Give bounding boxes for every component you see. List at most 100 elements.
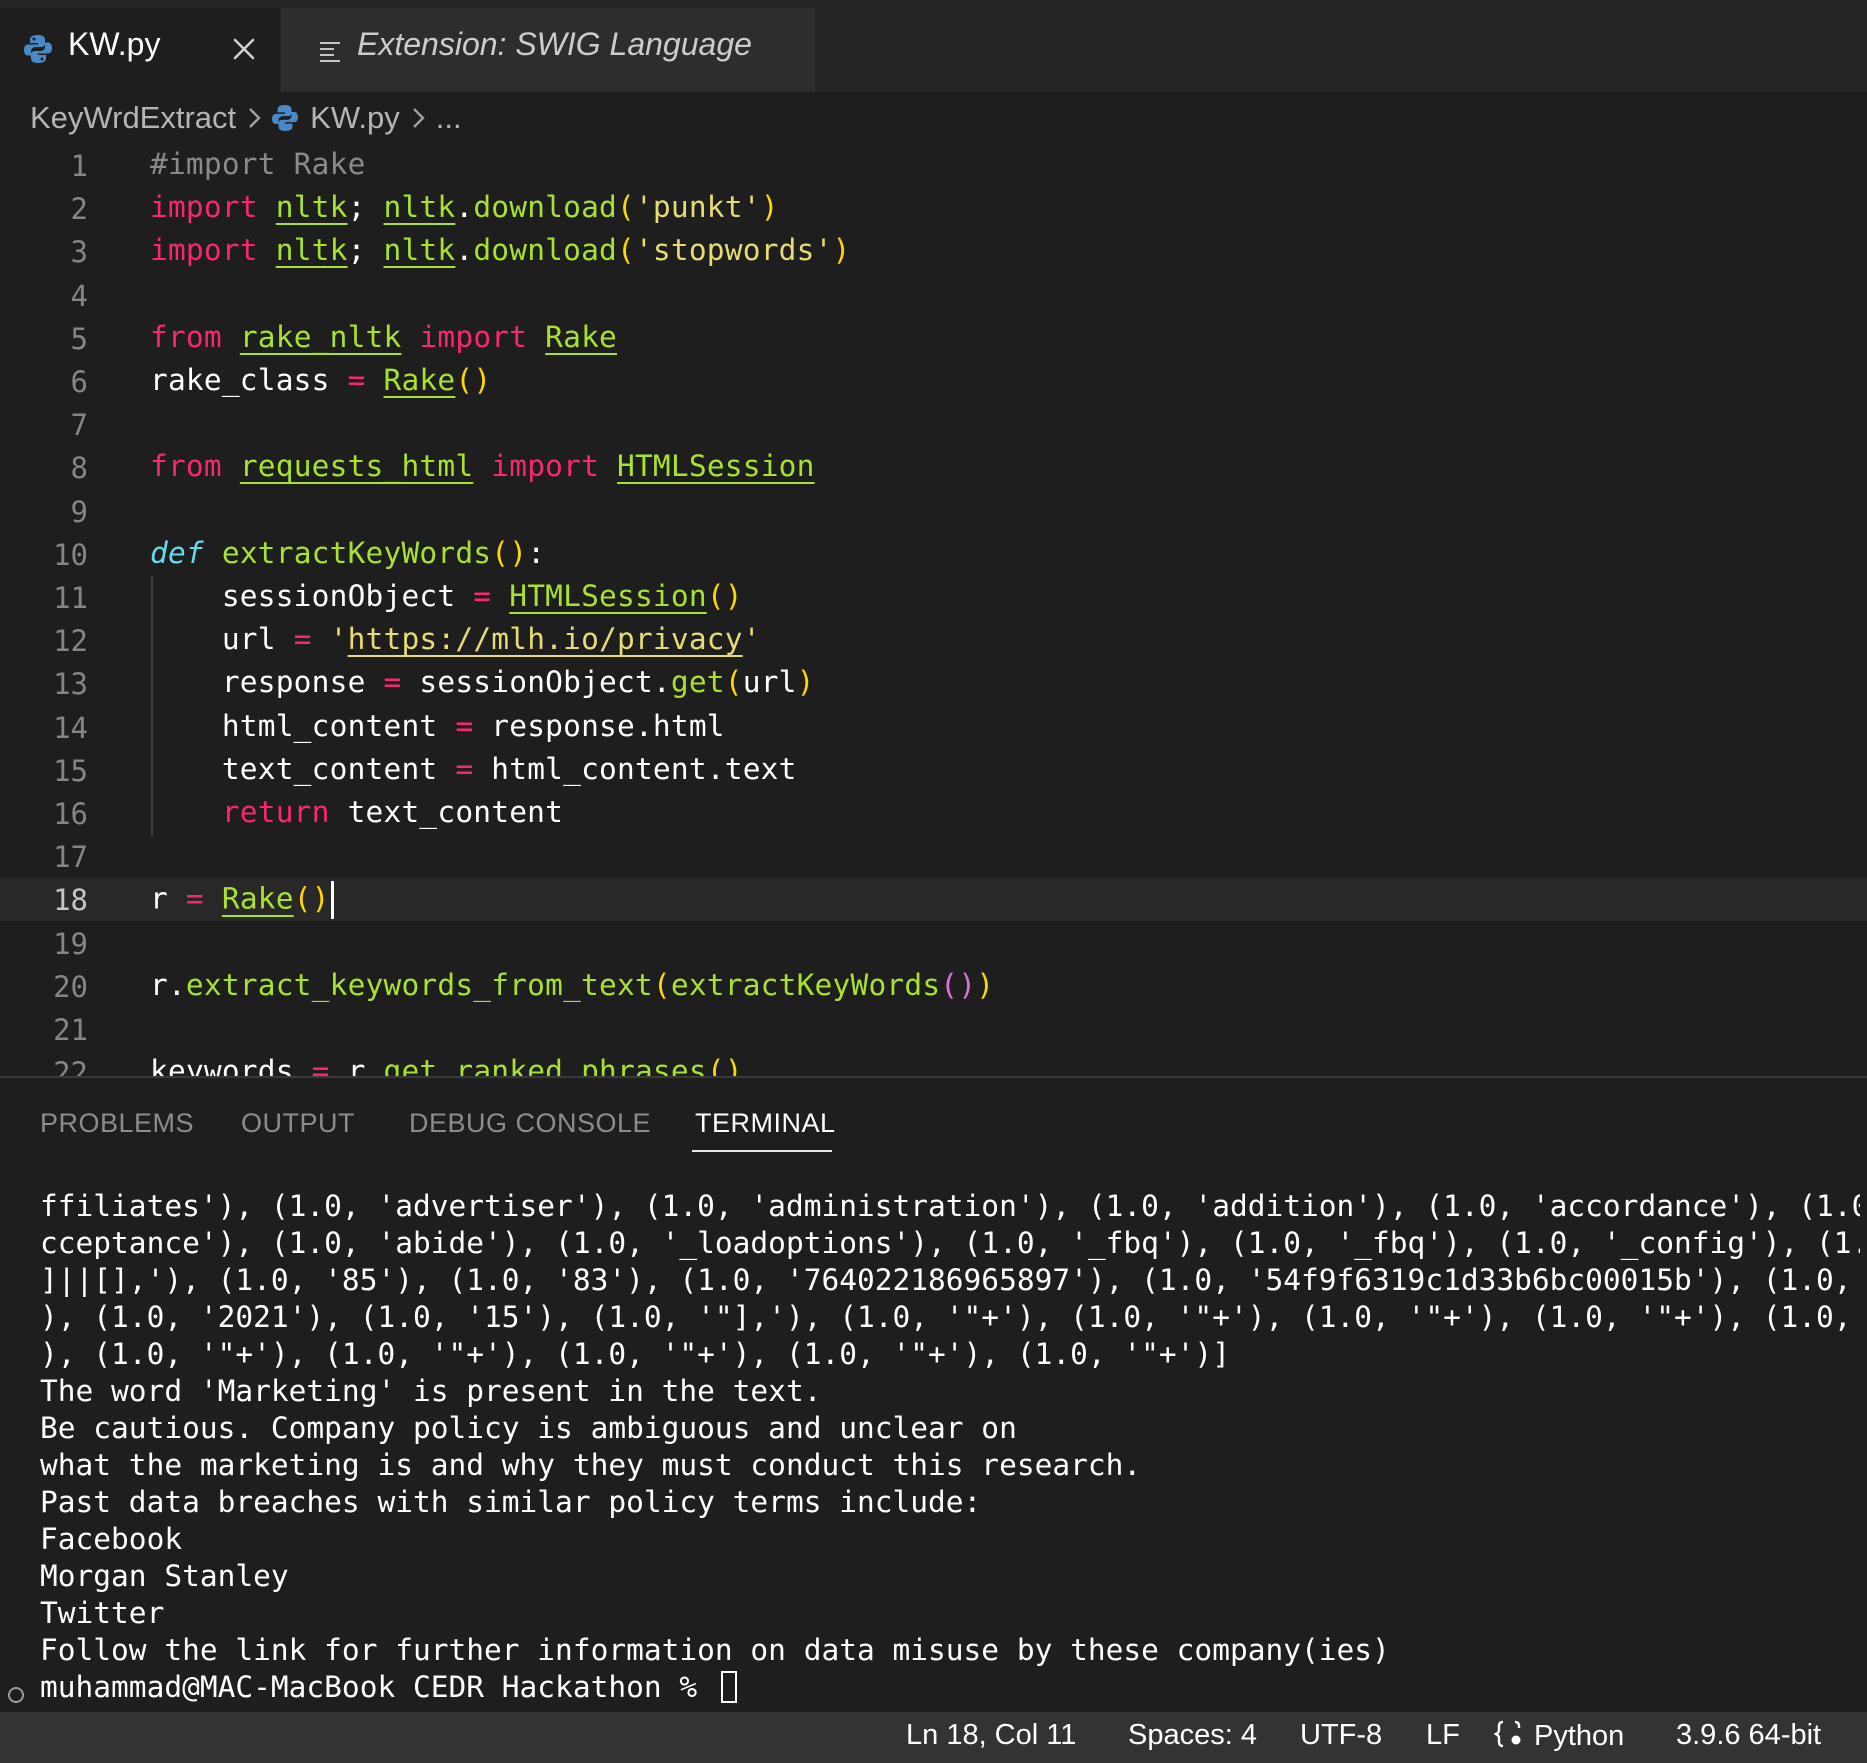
code-line[interactable]: 7 — [0, 403, 1867, 446]
chevron-right-icon — [249, 108, 261, 128]
code-line[interactable]: 9 — [0, 490, 1867, 533]
breadcrumb-file[interactable]: KW.py — [310, 100, 400, 136]
line-number: 18 — [53, 883, 88, 918]
line-number: 6 — [70, 365, 88, 399]
active-tab-indicator — [692, 1150, 832, 1152]
code-text: rake_class = Rake() — [150, 363, 492, 397]
code-line[interactable]: 20 r.extract_keywords_from_text(extractKe… — [0, 965, 1867, 1008]
terminal-line: ), (1.0, '2021'), (1.0, '15'), (1.0, '"]… — [40, 1300, 1860, 1334]
code-line[interactable]: 17 — [0, 835, 1867, 878]
code-text: response = sessionObject.get(url) — [150, 665, 815, 700]
status-indentation[interactable]: Spaces: 4 — [1128, 1719, 1257, 1752]
code-line[interactable]: 14 html_content = response.html — [0, 706, 1867, 749]
code-line[interactable]: 15 text_content = html_content.text — [0, 749, 1867, 792]
code-line[interactable]: 6 rake_class = Rake() — [0, 360, 1867, 403]
code-line[interactable]: 4 — [0, 274, 1867, 317]
preview-icon — [319, 40, 341, 67]
line-number: 13 — [53, 667, 88, 702]
line-number: 3 — [70, 235, 88, 270]
code-line[interactable]: 22 keywords = r.get_ranked_phrases() — [0, 1051, 1867, 1076]
terminal-line: ]||[],'), (1.0, '85'), (1.0, '83'), (1.0… — [40, 1263, 1860, 1297]
chevron-right-icon — [412, 108, 425, 128]
python-icon — [24, 34, 52, 69]
code-line[interactable]: 18 r = Rake() — [0, 878, 1867, 922]
line-number: 14 — [53, 710, 88, 745]
terminal-line: Twitter — [40, 1596, 165, 1630]
line-number: 1 — [70, 149, 88, 183]
code-text: from requests_html import HTMLSession — [150, 449, 815, 484]
terminal-line: cceptance'), (1.0, 'abide'), (1.0, '_loa… — [40, 1226, 1860, 1260]
line-number: 21 — [53, 1013, 88, 1047]
status-cursor-position[interactable]: Ln 18, Col 11 — [906, 1719, 1076, 1752]
line-number: 12 — [53, 624, 88, 659]
code-text: import nltk; nltk.download('stopwords') — [150, 233, 851, 268]
terminal-line: ), (1.0, '"+'), (1.0, '"+'), (1.0, '"+')… — [40, 1337, 1230, 1371]
code-line[interactable]: 2 import nltk; nltk.download('punkt') — [0, 187, 1867, 230]
tab-kw-py[interactable]: KW.py — [0, 8, 280, 92]
code-text: r = Rake() — [150, 881, 334, 920]
code-text: from rake_nltk import Rake — [150, 319, 618, 354]
code-text: #import Rake — [150, 147, 366, 181]
status-interpreter[interactable]: 3.9.6 64-bit — [1676, 1719, 1821, 1752]
breadcrumb: KeyWrdExtract KW.py ... — [0, 92, 1867, 144]
command-status-icon — [8, 1687, 24, 1703]
code-line[interactable]: 5 from rake_nltk import Rake — [0, 317, 1867, 360]
bottom-panel: PROBLEMS OUTPUT DEBUG CONSOLE TERMINAL f… — [0, 1076, 1867, 1714]
code-line[interactable]: 21 — [0, 1008, 1867, 1051]
terminal-output[interactable]: ffiliates'), (1.0, 'advertiser'), (1.0, … — [40, 1188, 1860, 1706]
terminal-line: Morgan Stanley — [40, 1559, 289, 1593]
close-icon[interactable] — [228, 33, 260, 65]
code-text: html_content = response.html — [150, 708, 725, 743]
code-line[interactable]: 13 response = sessionObject.get(url) — [0, 662, 1867, 705]
terminal-prompt: muhammad@MAC-MacBook CEDR Hackathon % — [40, 1670, 715, 1704]
code-line[interactable]: 12 url = 'https://mlh.io/privacy' — [0, 619, 1867, 662]
line-number: 7 — [70, 408, 88, 443]
breadcrumb-symbol[interactable]: ... — [436, 100, 462, 136]
terminal-line: The word 'Marketing' is present in the t… — [40, 1374, 822, 1408]
tab-problems[interactable]: PROBLEMS — [40, 1108, 194, 1139]
code-text: keywords = r.get_ranked_phrases() — [150, 1054, 743, 1076]
editor-tab-bar: KW.py Extension: SWIG Language — [0, 0, 1867, 92]
tab-debug-console[interactable]: DEBUG CONSOLE — [409, 1108, 651, 1139]
line-number: 11 — [53, 581, 88, 615]
code-text: def extractKeyWords(): — [150, 535, 546, 570]
line-number: 4 — [70, 278, 88, 313]
code-text: r.extract_keywords_from_text(extractKeyW… — [150, 967, 995, 1002]
tab-label: KW.py — [68, 26, 161, 62]
status-language-label: Python — [1534, 1720, 1625, 1752]
terminal-line: Facebook — [40, 1522, 183, 1556]
status-eol[interactable]: LF — [1426, 1719, 1460, 1752]
line-number: 16 — [53, 797, 88, 831]
code-line[interactable]: 8 from requests_html import HTMLSession — [0, 446, 1867, 489]
line-number: 15 — [53, 753, 88, 788]
code-line[interactable]: 19 — [0, 922, 1867, 965]
tab-extension-swig[interactable]: Extension: SWIG Language — [280, 8, 815, 92]
code-text: url = 'https://mlh.io/privacy' — [150, 622, 761, 657]
text-cursor — [330, 881, 334, 920]
line-number: 10 — [53, 537, 88, 572]
line-number: 17 — [53, 840, 88, 875]
code-line[interactable]: 3 import nltk; nltk.download('stopwords') — [0, 230, 1867, 273]
python-icon — [272, 104, 299, 132]
code-line[interactable]: 11 sessionObject = HTMLSession() — [0, 576, 1867, 619]
tab-terminal[interactable]: TERMINAL — [695, 1108, 836, 1139]
code-line[interactable]: 16 return text_content — [0, 792, 1867, 835]
code-line[interactable]: 10 def extractKeyWords(): — [0, 533, 1867, 576]
line-number: 22 — [53, 1056, 88, 1076]
code-line[interactable]: 1 #import Rake — [0, 144, 1867, 187]
breadcrumb-folder[interactable]: KeyWrdExtract — [30, 100, 236, 136]
tab-output[interactable]: OUTPUT — [241, 1108, 355, 1139]
terminal-prompt-line[interactable]: muhammad@MAC-MacBook CEDR Hackathon % — [40, 1669, 1860, 1706]
line-number: 8 — [70, 451, 88, 486]
line-number: 2 — [70, 192, 88, 227]
line-number: 20 — [53, 969, 88, 1004]
terminal-cursor — [720, 1671, 737, 1703]
status-bar: Ln 18, Col 11 Spaces: 4 UTF-8 LF Python … — [0, 1712, 1867, 1763]
status-language[interactable]: Python — [1493, 1719, 1625, 1757]
terminal-line: Past data breaches with similar policy t… — [40, 1485, 982, 1519]
status-encoding[interactable]: UTF-8 — [1300, 1719, 1382, 1752]
terminal-line: ffiliates'), (1.0, 'advertiser'), (1.0, … — [40, 1189, 1860, 1223]
code-editor[interactable]: 1 #import Rake 2 import nltk; nltk.download… — [0, 144, 1867, 1076]
code-text: return text_content — [221, 795, 564, 829]
tab-label: Extension: SWIG Language — [357, 26, 752, 62]
